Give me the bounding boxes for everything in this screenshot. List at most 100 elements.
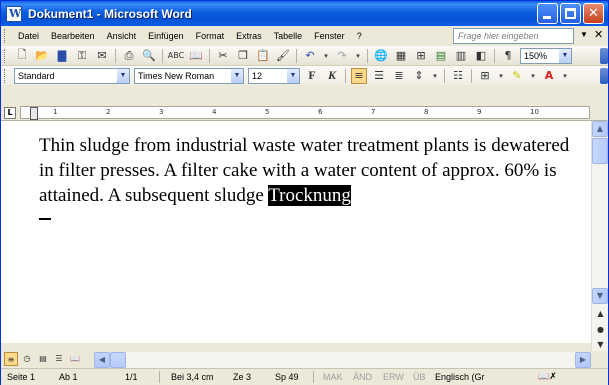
font-color-icon[interactable]: A: [541, 68, 557, 84]
next-page-icon[interactable]: ▼: [596, 340, 605, 349]
drawing-icon[interactable]: ◧: [473, 48, 489, 64]
scroll-down-icon[interactable]: ▼: [592, 288, 608, 304]
menubar-grip[interactable]: [4, 29, 7, 43]
menu-extras[interactable]: Extras: [230, 31, 268, 41]
ruler[interactable]: L 1 2 3 4 5 6 7 8 9 10: [1, 104, 608, 121]
insert-table-icon[interactable]: ⊞: [413, 48, 429, 64]
vertical-scrollbar[interactable]: ▲ ▼ ▲ ● ▼: [591, 121, 608, 351]
status-language[interactable]: Englisch (Gr: [435, 372, 485, 382]
zoom-dropdown-icon[interactable]: ▼: [559, 48, 571, 63]
scroll-right-icon[interactable]: ▶: [575, 352, 591, 368]
font-dropdown-icon[interactable]: ▼: [231, 68, 243, 83]
horizontal-ruler[interactable]: 1 2 3 4 5 6 7 8 9 10: [20, 106, 590, 120]
minimize-button[interactable]: [537, 3, 558, 24]
tab-selector[interactable]: L: [4, 107, 16, 119]
menu-fenster[interactable]: Fenster: [308, 31, 351, 41]
toolbar-separator: [115, 48, 116, 63]
hyperlink-icon[interactable]: 🌐: [373, 48, 389, 64]
horizontal-scrollbar[interactable]: ◀ ▶: [94, 352, 591, 368]
style-dropdown-icon[interactable]: ▼: [117, 68, 129, 83]
status-column: Sp 49: [275, 372, 299, 382]
line-spacing-icon[interactable]: ⇕: [411, 68, 427, 84]
font-size-dropdown-icon[interactable]: ▼: [287, 68, 299, 83]
bold-button[interactable]: F: [304, 68, 320, 84]
toolbar-options-icon[interactable]: [600, 68, 608, 84]
help-dropdown-icon[interactable]: ▼: [580, 30, 588, 39]
font-size-select[interactable]: 12 ▼: [248, 67, 300, 84]
paste-icon[interactable]: 📋: [255, 48, 271, 64]
line-spacing-dropdown-icon[interactable]: ▾: [431, 68, 439, 84]
view-bar: ≡ ◷ ▤ ☰ 📖 ◀ ▶: [1, 351, 608, 368]
format-painter-icon[interactable]: 🖌: [275, 48, 291, 64]
columns-icon[interactable]: ▥: [453, 48, 469, 64]
new-document-icon[interactable]: 🗋: [14, 48, 30, 64]
indent-marker-icon[interactable]: [30, 107, 38, 120]
borders-icon[interactable]: ⊞: [477, 68, 493, 84]
show-formatting-icon[interactable]: ¶: [500, 48, 516, 64]
horizontal-scroll-thumb[interactable]: [110, 352, 126, 368]
status-extend[interactable]: ERW: [383, 372, 404, 382]
tables-borders-icon[interactable]: ▦: [393, 48, 409, 64]
align-left-icon[interactable]: ≡: [351, 67, 367, 84]
select-browse-object-icon[interactable]: ●: [596, 325, 605, 334]
menu-tabelle[interactable]: Tabelle: [268, 31, 309, 41]
print-preview-icon[interactable]: 🔍: [141, 48, 157, 64]
document-area[interactable]: Thin sludge from industrial waste water …: [1, 121, 591, 343]
scroll-left-icon[interactable]: ◀: [94, 352, 110, 368]
highlight-icon[interactable]: ✎: [509, 68, 525, 84]
normal-view-icon[interactable]: ≡: [4, 352, 18, 366]
vertical-scroll-thumb[interactable]: [592, 138, 608, 164]
permission-icon[interactable]: ⚿: [74, 48, 90, 64]
status-overtype[interactable]: ÜB: [413, 372, 426, 382]
italic-button[interactable]: K: [324, 68, 340, 84]
redo-dropdown-icon[interactable]: ▾: [354, 48, 362, 64]
web-view-icon[interactable]: ◷: [20, 352, 34, 366]
menu-format[interactable]: Format: [190, 31, 231, 41]
spelling-status-icon[interactable]: 📖✗: [538, 372, 557, 382]
bullets-icon[interactable]: ☷: [450, 68, 466, 84]
cut-icon[interactable]: ✂: [215, 48, 231, 64]
document-close-icon[interactable]: ✕: [594, 28, 603, 41]
spelling-icon[interactable]: ABC: [168, 48, 184, 64]
print-layout-icon[interactable]: ▤: [36, 352, 50, 366]
menu-ansicht[interactable]: Ansicht: [101, 31, 143, 41]
status-macro[interactable]: MAK: [323, 372, 343, 382]
justify-icon[interactable]: ≣: [391, 68, 407, 84]
menu-datei[interactable]: Datei: [12, 31, 45, 41]
redo-icon[interactable]: ↷: [334, 48, 350, 64]
font-select[interactable]: Times New Roman ▼: [134, 67, 244, 84]
insert-excel-icon[interactable]: ▤: [433, 48, 449, 64]
status-track-changes[interactable]: ÄND: [353, 372, 372, 382]
print-icon[interactable]: ⎙: [121, 48, 137, 64]
highlight-dropdown-icon[interactable]: ▾: [529, 68, 537, 84]
align-center-icon[interactable]: ☰: [371, 68, 387, 84]
previous-page-icon[interactable]: ▲: [596, 309, 605, 318]
undo-icon[interactable]: ↶: [302, 48, 318, 64]
title-bar[interactable]: Dokument1 - Microsoft Word ✕: [1, 1, 608, 26]
reading-view-icon[interactable]: 📖: [68, 352, 82, 366]
toolbar-grip[interactable]: [4, 48, 7, 63]
menu-einfuegen[interactable]: Einfügen: [142, 31, 190, 41]
font-color-dropdown-icon[interactable]: ▾: [561, 68, 569, 84]
save-icon[interactable]: ▇: [54, 48, 70, 64]
maximize-button[interactable]: [560, 3, 581, 24]
zoom-select[interactable]: 150% ▼: [520, 47, 572, 64]
outline-view-icon[interactable]: ☰: [52, 352, 66, 366]
close-button[interactable]: ✕: [583, 3, 604, 24]
word-document-icon[interactable]: [6, 5, 22, 22]
undo-dropdown-icon[interactable]: ▾: [322, 48, 330, 64]
copy-icon[interactable]: ❐: [235, 48, 251, 64]
open-folder-icon[interactable]: 📂: [34, 48, 50, 64]
toolbar-options-icon[interactable]: [600, 48, 608, 64]
selected-word[interactable]: Trocknung: [268, 185, 351, 206]
toolbar-grip[interactable]: [4, 68, 7, 83]
scroll-up-icon[interactable]: ▲: [592, 121, 608, 137]
borders-dropdown-icon[interactable]: ▾: [497, 68, 505, 84]
email-icon[interactable]: ✉: [94, 48, 110, 64]
menu-help[interactable]: ?: [351, 31, 368, 41]
help-search-input[interactable]: Frage hier eingeben: [453, 28, 574, 44]
research-icon[interactable]: 📖: [188, 48, 204, 64]
document-text[interactable]: Thin sludge from industrial waste water …: [39, 133, 584, 208]
style-select[interactable]: Standard ▼: [14, 67, 130, 84]
menu-bearbeiten[interactable]: Bearbeiten: [45, 31, 101, 41]
